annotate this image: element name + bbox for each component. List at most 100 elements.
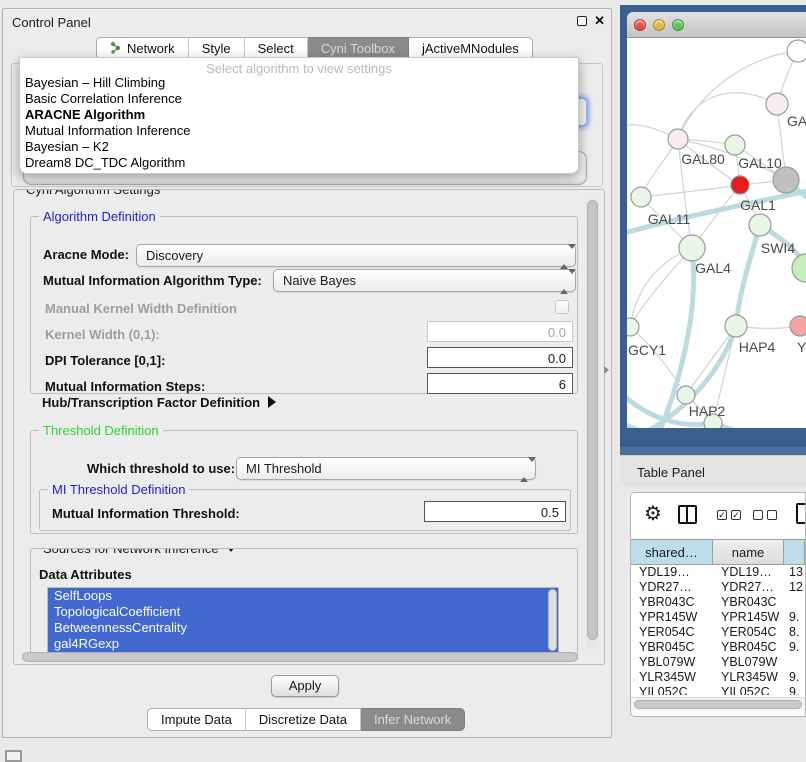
network-window-titlebar[interactable] [627, 12, 806, 38]
data-attributes-list[interactable]: SelfLoops TopologicalCoefficient Between… [47, 587, 559, 653]
cyni-bottom-tabs: Impute Data Discretize Data Infer Networ… [147, 708, 465, 731]
tab-impute-data[interactable]: Impute Data [147, 708, 246, 731]
table-panel-titlebar: Table Panel [620, 455, 806, 486]
network-canvas[interactable]: GAL GAL80 GAL10 GAL1 GAL11 GAL4 SWI4 HAP… [627, 38, 806, 428]
table-row[interactable]: YDR27…YDR27…12 [631, 580, 805, 595]
network-node[interactable] [668, 129, 688, 149]
scrollbar-thumb[interactable] [634, 700, 802, 709]
mi-algorithm-type-label: Mutual Information Algorithm Type: [43, 273, 262, 288]
hub-definition-expander[interactable]: Hub/Transcription Factor Definition [42, 394, 276, 412]
network-node[interactable] [792, 254, 806, 282]
gear-icon[interactable]: ⚙ [644, 501, 662, 526]
table-panel: ⚙ ✓ ✓ shared… name YDL19…YDL19…13 YDR27…… [630, 492, 806, 717]
column-header-partial[interactable] [784, 540, 805, 564]
deselect-all-checkbox-icon[interactable] [753, 510, 763, 520]
close-traffic-light-icon[interactable] [634, 19, 646, 31]
zoom-traffic-light-icon[interactable] [672, 19, 684, 31]
mi-algorithm-type-combo[interactable]: Naive Bayes [273, 269, 576, 292]
algorithm-definition-group: Algorithm Definition Aracne Mode: Discov… [30, 216, 578, 394]
network-node-selected[interactable] [731, 176, 749, 194]
list-scrollbar[interactable] [548, 589, 557, 651]
collapse-down-icon[interactable] [225, 548, 237, 552]
network-node[interactable] [790, 316, 806, 336]
network-node[interactable] [749, 214, 771, 236]
table-horizontal-scrollbar[interactable] [631, 697, 805, 711]
network-node[interactable] [766, 93, 788, 115]
network-node[interactable] [631, 187, 651, 207]
network-node[interactable] [679, 235, 705, 261]
manual-kernel-width-checkbox[interactable] [555, 300, 569, 314]
tab-infer-network[interactable]: Infer Network [361, 708, 465, 731]
close-icon[interactable]: ✕ [594, 13, 605, 29]
table-row[interactable]: YBR043CYBR043C [631, 595, 805, 610]
mi-threshold-group: MI Threshold Definition Mutual Informati… [39, 489, 571, 531]
apply-button[interactable]: Apply [271, 675, 339, 697]
cyni-algorithm-settings-group: Cyni Algorithm Settings Algorithm Defini… [13, 189, 605, 665]
table-row[interactable]: YPR145WYPR145W9. [631, 610, 805, 625]
column-layout-icon[interactable] [678, 505, 697, 524]
table-row[interactable]: YLR345WYLR345W9. [631, 670, 805, 685]
list-item[interactable]: SelfLoops [48, 588, 558, 604]
control-panel-window: Control Panel ✕ Network Style Select Cyn… [2, 8, 612, 738]
table-body: YDL19…YDL19…13 YDR27…YDR27…12 YBR043CYBR… [631, 565, 805, 695]
dpi-tolerance-field[interactable]: 0.0 [427, 347, 573, 368]
node-label: SWI4 [761, 240, 795, 256]
select-all-checkbox-icon[interactable]: ✓ [731, 510, 741, 520]
mi-steps-field[interactable]: 6 [427, 373, 573, 394]
table-row[interactable]: YER054CYER054C8. [631, 625, 805, 640]
node-label: GAL1 [740, 197, 776, 213]
docked-panel-icon[interactable] [5, 750, 22, 762]
table-toolbar: ⚙ ✓ ✓ [631, 493, 805, 538]
list-item[interactable]: gal4RGexp [48, 636, 558, 652]
settings-vertical-scrollbar[interactable] [586, 198, 599, 650]
network-tab-icon [110, 41, 122, 57]
network-node[interactable] [725, 315, 747, 337]
dropdown-item-bayesian-hill-climbing[interactable]: Bayesian – Hill Climbing [20, 75, 578, 91]
dropdown-item-mutual-information[interactable]: Mutual Information Inference [20, 123, 578, 139]
network-node[interactable] [627, 318, 639, 336]
aracne-mode-combo[interactable]: Discovery [136, 244, 576, 267]
list-item[interactable]: TopologicalCoefficient [48, 604, 558, 620]
minimize-traffic-light-icon[interactable] [653, 19, 665, 31]
combo-stepper-icon [520, 462, 529, 477]
kernel-width-field[interactable]: 0.0 [427, 321, 573, 342]
list-item[interactable]: BetweennessCentrality [48, 620, 558, 636]
dropdown-item-aracne[interactable]: ARACNE Algorithm [20, 107, 578, 123]
dropdown-item-bayesian-k2[interactable]: Bayesian – K2 [20, 139, 578, 155]
table-row[interactable]: YDL19…YDL19…13 [631, 565, 805, 580]
node-label: HAP4 [739, 339, 776, 355]
network-node[interactable] [787, 40, 806, 62]
network-edge [678, 93, 777, 139]
scrollbar-thumb[interactable] [22, 652, 578, 662]
settings-group-title: Cyni Algorithm Settings [22, 189, 164, 197]
which-threshold-combo[interactable]: MI Threshold [236, 457, 536, 480]
algorithm-dropdown-popup: Select algorithm to view settings Bayesi… [19, 57, 579, 174]
float-window-icon[interactable] [577, 16, 587, 26]
combo-stepper-icon [560, 249, 569, 264]
deselect-all-checkbox-icon[interactable] [767, 510, 777, 520]
column-header-name[interactable]: name [713, 540, 784, 564]
mi-threshold-field[interactable]: 0.5 [424, 501, 566, 522]
select-all-checkbox-icon[interactable]: ✓ [717, 510, 727, 520]
network-edge [736, 225, 760, 326]
node-label: GAL [787, 113, 806, 129]
table-row[interactable]: YIL052CYIL052C9. [631, 685, 805, 695]
network-node[interactable] [725, 135, 745, 155]
tab-discretize-data[interactable]: Discretize Data [246, 708, 361, 731]
table-row[interactable]: YBR045CYBR045C9. [631, 640, 805, 655]
network-edge [630, 248, 692, 327]
export-table-icon[interactable] [796, 503, 806, 524]
control-panel-titlebar: Control Panel ✕ [3, 9, 611, 35]
settings-horizontal-scrollbar[interactable] [20, 652, 582, 663]
which-threshold-label: Which threshold to use: [87, 461, 235, 476]
table-row[interactable]: YBL079WYBL079W [631, 655, 805, 670]
column-header-shared-name[interactable]: shared… [631, 540, 713, 564]
network-node[interactable] [677, 386, 695, 404]
node-label: GAL10 [738, 155, 782, 171]
panel-splitter-handle[interactable] [604, 366, 609, 374]
mi-steps-label: Mutual Information Steps: [45, 379, 205, 394]
scrollbar-thumb[interactable] [587, 200, 598, 640]
dropdown-item-basic-correlation[interactable]: Basic Correlation Inference [20, 91, 578, 107]
network-edge [630, 248, 692, 327]
dropdown-item-dream8[interactable]: Dream8 DC_TDC Algorithm [20, 155, 578, 171]
